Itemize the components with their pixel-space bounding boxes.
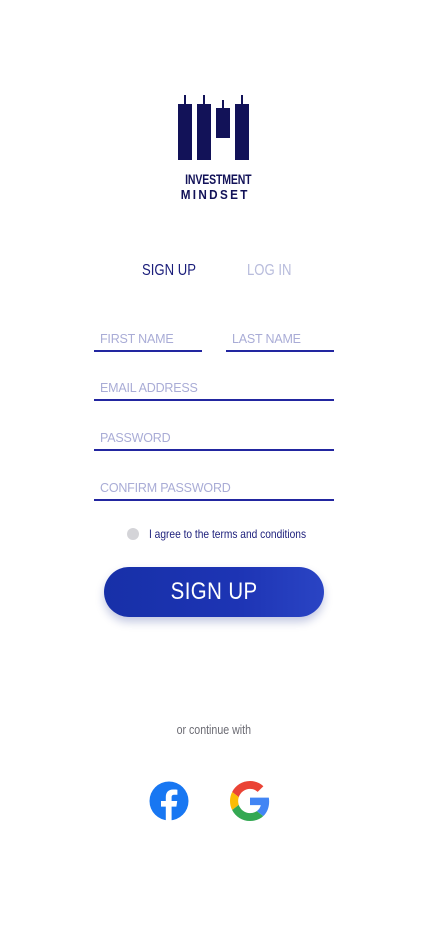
google-login-button[interactable]: [230, 781, 270, 821]
email-input[interactable]: [100, 381, 332, 395]
facebook-icon: [149, 781, 189, 821]
brand-name-line2: MINDSET: [180, 187, 250, 202]
confirm-password-field: [94, 471, 334, 501]
last-name-input[interactable]: [232, 332, 332, 346]
password-input[interactable]: [100, 431, 332, 445]
terms-agreement[interactable]: I agree to the terms and conditions: [127, 526, 334, 542]
email-field: [94, 371, 334, 401]
first-name-field: [94, 322, 202, 352]
password-field: [94, 421, 334, 451]
sign-up-button[interactable]: SIGN UP: [104, 567, 324, 617]
candlestick-chart-icon: [178, 95, 249, 160]
first-name-input[interactable]: [100, 332, 200, 346]
sign-up-button-label: SIGN UP: [170, 578, 258, 605]
tab-sign-up[interactable]: SIGN UP: [142, 262, 196, 280]
confirm-password-input[interactable]: [100, 481, 332, 495]
tab-log-in[interactable]: LOG IN: [247, 262, 291, 280]
brand-logo: INVESTMENT MINDSET: [177, 94, 252, 202]
last-name-field: [226, 322, 334, 352]
facebook-login-button[interactable]: [149, 781, 189, 821]
continue-with-label: or continue with: [176, 723, 252, 737]
terms-checkbox[interactable]: [127, 528, 139, 540]
terms-label: I agree to the terms and conditions: [149, 527, 307, 541]
google-icon: [230, 781, 270, 821]
brand-name-line1: INVESTMENT: [185, 172, 252, 187]
